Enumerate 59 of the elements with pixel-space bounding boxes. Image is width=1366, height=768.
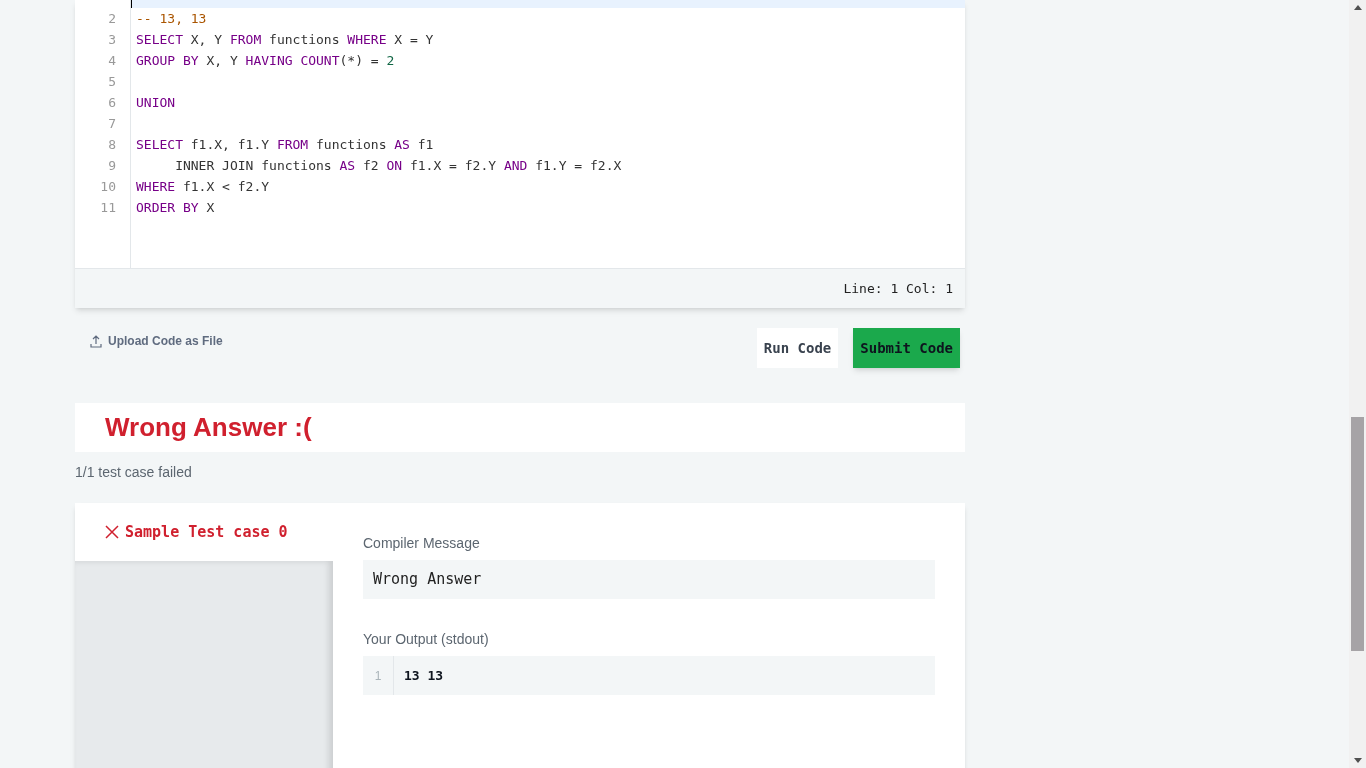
code-token: f1.X = f2.Y bbox=[408, 158, 498, 173]
output-label: Your Output (stdout) bbox=[363, 630, 490, 649]
result-title: Wrong Answer :( bbox=[105, 411, 312, 444]
submit-button[interactable]: Submit Code bbox=[853, 328, 960, 368]
code-token: WHERE bbox=[347, 32, 387, 47]
test-case-tab[interactable]: Sample Test case 0 bbox=[75, 503, 333, 561]
line-number: 2 bbox=[107, 10, 117, 28]
line-number: 7 bbox=[107, 115, 117, 133]
code-token: ON bbox=[386, 158, 403, 173]
line-number: 8 bbox=[107, 136, 117, 154]
code-token: f2 bbox=[361, 158, 380, 173]
code-token: 2 bbox=[386, 53, 395, 68]
code-token: ORDER BY bbox=[136, 200, 199, 215]
code-token: AS bbox=[394, 137, 410, 152]
line-number: 4 bbox=[107, 52, 117, 70]
code-token: (*) = bbox=[339, 53, 380, 68]
code-token: -- 13, 13 bbox=[136, 11, 207, 26]
code-token: FROM bbox=[276, 137, 309, 152]
code-token: AND bbox=[503, 158, 528, 173]
code-token: X, Y bbox=[205, 53, 239, 68]
code-token: X = Y bbox=[393, 32, 434, 47]
code-token: f1.X < f2.Y bbox=[181, 179, 270, 194]
code-token: HAVING COUNT bbox=[245, 53, 340, 68]
line-number: 9 bbox=[107, 157, 117, 175]
upload-icon bbox=[90, 334, 102, 348]
line-number: 11 bbox=[99, 199, 117, 217]
line-number: 5 bbox=[107, 73, 117, 91]
scroll-down-icon[interactable] bbox=[1353, 758, 1362, 763]
code-token: GROUP BY bbox=[136, 53, 199, 68]
line-number: 6 bbox=[107, 94, 117, 112]
code-token: X bbox=[205, 200, 215, 215]
upload-link[interactable]: Upload Code as File bbox=[90, 332, 223, 350]
code-token: INNER JOIN functions bbox=[174, 158, 333, 173]
cursor-position: Line: 1 Col: 1 bbox=[843, 279, 953, 298]
code-token: f1.X, f1.Y bbox=[189, 137, 271, 152]
code-token: AS bbox=[339, 158, 356, 173]
result-summary: 1/1 test case failed bbox=[75, 463, 193, 482]
run-button[interactable]: Run Code bbox=[756, 328, 839, 368]
code-token: SELECT bbox=[136, 137, 183, 152]
code-token: functions bbox=[315, 137, 388, 152]
code-token: FROM bbox=[229, 32, 262, 47]
code-token: X, Y bbox=[189, 32, 224, 47]
code-token: SELECT bbox=[136, 32, 183, 47]
compiler-message: Wrong Answer bbox=[363, 560, 935, 599]
code-token: WHERE bbox=[136, 179, 176, 194]
scroll-up-icon[interactable] bbox=[1353, 5, 1362, 10]
line-number: 3 bbox=[107, 31, 117, 49]
cross-icon bbox=[105, 525, 119, 539]
output-text: 13 13 bbox=[403, 666, 444, 685]
compiler-message-label: Compiler Message bbox=[363, 534, 481, 553]
code-token: f1 bbox=[416, 137, 434, 152]
code-token: UNION bbox=[136, 95, 176, 110]
code-token: f1.Y = f2.X bbox=[534, 158, 622, 173]
line-number: 1 bbox=[363, 656, 394, 695]
code-editor[interactable] bbox=[75, 0, 965, 308]
scrollbar[interactable] bbox=[1349, 0, 1366, 768]
code-token: functions bbox=[268, 32, 341, 47]
line-number: 10 bbox=[99, 178, 117, 196]
scrollbar-thumb[interactable] bbox=[1351, 417, 1364, 651]
